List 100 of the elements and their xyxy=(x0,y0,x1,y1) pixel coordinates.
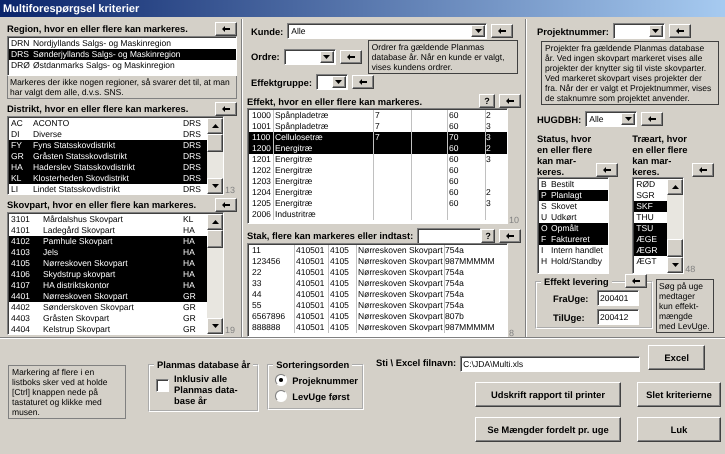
list-row[interactable]: 1201 Energitræ 60 3 xyxy=(249,154,507,165)
list-row[interactable]: 4404 Kelstrup Skovpart GR xyxy=(9,324,207,334)
group-title: Sorteringsorden xyxy=(275,359,350,370)
arrow-button[interactable] xyxy=(625,274,647,288)
stack-input-field[interactable] xyxy=(417,228,482,244)
list-row[interactable]: LI Lindet Statsskovdistrikt DRS xyxy=(9,184,207,194)
list-row[interactable]: 4101 Ladegård Skovpart HA xyxy=(9,225,207,236)
list-row[interactable]: H Hold/Standby xyxy=(539,256,608,267)
clear-button[interactable]: Slet kriterierne xyxy=(637,382,721,407)
scroll-thumb[interactable] xyxy=(667,239,684,257)
arrow-button[interactable] xyxy=(215,198,237,212)
arrow-button[interactable] xyxy=(692,163,714,177)
weekly-amounts-button[interactable]: Se Mængder fordelt pr. uge xyxy=(475,417,621,442)
list-row[interactable]: 4106 Skydstrup skovpart HA xyxy=(9,269,207,280)
list-row[interactable]: 123456 410501 4105 Nørreskoven Skovpart 987MMMMM xyxy=(249,256,507,267)
list-row[interactable]: S Skovet xyxy=(539,201,608,212)
list-row[interactable]: AC ACONTO DRS xyxy=(9,118,207,129)
list-row[interactable]: GR Gråsten Statsskovdistrikt DRS xyxy=(9,151,207,162)
radio-button[interactable] xyxy=(275,374,288,386)
scrollbar[interactable] xyxy=(207,214,223,334)
arrow-button[interactable] xyxy=(641,112,664,126)
arrow-button[interactable] xyxy=(499,228,521,242)
arrow-button[interactable] xyxy=(352,75,374,89)
help-button[interactable]: ? xyxy=(479,94,495,108)
list-row[interactable]: ÆGE xyxy=(634,234,668,245)
list-row[interactable]: HA Haderslev Statsskovdistrikt DRS xyxy=(9,162,207,173)
list-row[interactable]: ÆGR xyxy=(634,245,668,256)
list-row[interactable]: ÆGT xyxy=(634,256,668,267)
list-cell: 410501 xyxy=(295,256,329,267)
list-row[interactable]: DI Diverse DRS xyxy=(9,129,207,140)
scrollbar[interactable] xyxy=(667,179,684,273)
list-cell: 1204 xyxy=(251,187,274,198)
excel-button[interactable]: Excel xyxy=(648,344,706,370)
list-cell-text: 4107 xyxy=(11,280,31,291)
list-row[interactable]: 4107 HA distriktskontor HA xyxy=(9,280,207,291)
list-row[interactable]: DRØ Østdanmarks Salgs- og Maskinregion xyxy=(9,60,236,71)
list-header: Skovpart, hvor en eller flere kan markeres. xyxy=(7,199,198,210)
list-cell-text: GR xyxy=(183,291,197,302)
list-row[interactable]: 4402 Sønderskoven Skovpart GR xyxy=(9,302,207,313)
scroll-thumb[interactable] xyxy=(207,134,223,152)
list-row[interactable]: 2006 Industritræ xyxy=(249,209,507,220)
list-row[interactable]: 4401 Nørreskoven Skovpart GR xyxy=(9,291,207,302)
list-row[interactable]: P Planlagt xyxy=(539,190,608,201)
list-row[interactable]: FY Fyns Statsskovdistrikt DRS xyxy=(9,140,207,151)
list-row[interactable]: TSU xyxy=(634,223,668,234)
list-row[interactable]: RØD xyxy=(634,179,668,190)
list-row[interactable]: KL Klosterheden Skovdistrikt DRS xyxy=(9,173,207,184)
list-row[interactable]: 11 410501 4105 Nørreskoven Skovpart 754a xyxy=(249,245,507,256)
list-row[interactable]: O Opmålt xyxy=(539,223,608,234)
print-button[interactable]: Udskrift rapport til printer xyxy=(475,382,621,407)
week-input-field[interactable]: 200412 xyxy=(597,309,639,325)
list-row[interactable]: B Bestilt xyxy=(539,179,608,190)
order-dropdown[interactable] xyxy=(284,48,336,64)
arrow-button[interactable] xyxy=(215,102,237,116)
file-path-field[interactable]: C:\JDA\Multi.xls xyxy=(460,356,640,372)
arrow-button[interactable] xyxy=(491,24,514,38)
arrow-button[interactable] xyxy=(668,24,691,38)
checkbox[interactable] xyxy=(156,379,169,392)
list-row[interactable]: 6567896 410501 4105 Nørreskoven Skovpart 807b xyxy=(249,311,507,322)
scroll-thumb[interactable] xyxy=(207,230,223,248)
list-row[interactable]: 1205 Energitræ 60 3 xyxy=(249,198,507,209)
list-row[interactable]: THU xyxy=(634,212,668,223)
list-row[interactable]: 4403 Gråsten Skovpart GR xyxy=(9,313,207,324)
list-row[interactable]: SGR xyxy=(634,190,668,201)
week-input-field[interactable]: 200401 xyxy=(597,290,639,306)
close-button[interactable]: Luk xyxy=(637,417,721,442)
list-row[interactable]: F Faktureret xyxy=(539,234,608,245)
help-button[interactable]: ? xyxy=(481,228,495,242)
list-row[interactable]: 1204 Energitræ 60 2 xyxy=(249,187,507,198)
customer-dropdown[interactable]: Alle xyxy=(287,23,488,39)
arrow-button[interactable] xyxy=(499,94,521,108)
list-row[interactable]: 1100 Cellulosetræ 7 70 3 xyxy=(249,132,507,143)
hugdbh-dropdown[interactable]: Alle xyxy=(585,111,638,127)
arrow-button[interactable] xyxy=(215,22,237,36)
list-row[interactable]: 888888 410501 4105 Nørreskoven Skovpart 987MMMMM xyxy=(249,322,507,333)
effect-group-dropdown[interactable] xyxy=(316,74,348,90)
list-row[interactable]: 44 410501 4105 Nørreskoven Skovpart 754a xyxy=(249,289,507,300)
list-row[interactable]: 33 410501 4105 Nørreskoven Skovpart 754a xyxy=(249,278,507,289)
list-row[interactable]: DRN Nordjyllands Salgs- og Maskinregion xyxy=(9,38,236,49)
list-row[interactable]: SKF xyxy=(634,201,668,212)
radio-button[interactable] xyxy=(275,390,288,402)
list-row[interactable]: 1000 Spånpladetræ 7 60 2 xyxy=(249,110,507,121)
left-arrow-icon xyxy=(632,278,640,284)
list-row[interactable]: 3101 Mårdalshus Skovpart KL xyxy=(9,214,207,225)
scrollbar[interactable] xyxy=(207,118,223,194)
list-row[interactable]: 22 410501 4105 Nørreskoven Skovpart 754a xyxy=(249,267,507,278)
list-row[interactable]: 1200 Energitræ 60 2 xyxy=(249,143,507,154)
list-row[interactable]: I Intern handlet xyxy=(539,245,608,256)
list-row[interactable]: 4103 Jels HA xyxy=(9,247,207,258)
project-dropdown[interactable] xyxy=(612,23,665,39)
list-row[interactable]: U Udkørt xyxy=(539,212,608,223)
list-row[interactable]: 4105 Nørreskoven Skovpart HA xyxy=(9,258,207,269)
list-cell: 4105 xyxy=(329,311,357,322)
list-row[interactable]: 4102 Pamhule Skovpart HA xyxy=(9,236,207,247)
list-row[interactable]: 1203 Energitræ 60 xyxy=(249,176,507,187)
list-row[interactable]: 1202 Energitræ 60 xyxy=(249,165,507,176)
list-row[interactable]: 55 410501 4105 Nørreskoven Skovpart 754a xyxy=(249,300,507,311)
list-row[interactable]: DRS Sønderjyllands Salgs- og Maskinregion xyxy=(9,49,236,60)
arrow-button[interactable] xyxy=(340,50,362,64)
arrow-button[interactable] xyxy=(596,163,618,177)
